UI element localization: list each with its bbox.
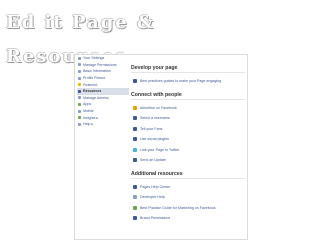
resource-link[interactable]: Use social plugins bbox=[131, 134, 245, 145]
picture-icon bbox=[78, 76, 81, 80]
wrench-icon bbox=[133, 195, 137, 200]
resource-link[interactable]: Tell your Fans bbox=[131, 124, 245, 135]
resource-link-label: Send an Update bbox=[140, 158, 166, 163]
sidebar-item-label: Insights ▸ bbox=[83, 115, 99, 120]
user-icon bbox=[133, 116, 137, 121]
people-icon bbox=[133, 126, 137, 131]
resource-link-label: Select a username bbox=[140, 116, 170, 121]
sidebar-item-label: Featured bbox=[83, 82, 98, 87]
resource-link[interactable]: Developer Help bbox=[131, 192, 245, 203]
resource-link-label: Use social plugins bbox=[140, 137, 169, 142]
sidebar-item-label: Apps bbox=[83, 102, 92, 107]
resource-link-label: Brand Permissions bbox=[140, 216, 171, 221]
sidebar-item[interactable]: Help ▸ bbox=[77, 121, 129, 128]
resource-link-label: Pages Help Center bbox=[140, 184, 171, 189]
resource-link-label: Best Practice Guide for Marketing on Fac… bbox=[140, 205, 216, 210]
chart-icon bbox=[78, 116, 81, 120]
phone-icon bbox=[78, 109, 81, 113]
sidebar-item[interactable]: Mobile bbox=[77, 108, 129, 115]
sidebar-item[interactable]: Resources bbox=[77, 87, 129, 95]
book-icon bbox=[78, 89, 81, 93]
lock-icon bbox=[78, 63, 81, 67]
gear-icon bbox=[78, 56, 81, 60]
info-icon bbox=[78, 69, 81, 73]
sidebar: Your Settings Manage Permissions Basic Inf… bbox=[77, 55, 129, 239]
star-icon bbox=[78, 83, 81, 87]
resource-link-label: Tell your Fans bbox=[140, 126, 163, 131]
help-icon bbox=[78, 122, 81, 126]
resource-link[interactable]: Select a username bbox=[131, 113, 245, 124]
section-title: Additional resources bbox=[131, 171, 245, 179]
sidebar-item-label: Manage Permissions bbox=[83, 62, 117, 67]
sidebar-item[interactable]: Apps bbox=[77, 101, 129, 108]
resources-panel: Develop your page Best practices guides t… bbox=[131, 65, 245, 224]
sidebar-item-label: Profile Picture bbox=[83, 76, 106, 81]
apps-icon bbox=[78, 102, 81, 106]
sidebar-item[interactable]: Manage Admins bbox=[77, 95, 129, 102]
resource-link-label: Best practices guides to make your Page … bbox=[140, 79, 222, 84]
section-title: Connect with people bbox=[131, 92, 245, 100]
resource-link[interactable]: Brand Permissions bbox=[131, 213, 245, 224]
sidebar-item-label: Your Settings bbox=[83, 56, 105, 61]
lifebuoy-icon bbox=[133, 184, 137, 189]
sidebar-item-label: Basic Information bbox=[83, 69, 111, 74]
resource-link[interactable]: Best practices guides to make your Page … bbox=[131, 76, 245, 87]
sidebar-item[interactable]: Profile Picture bbox=[77, 75, 129, 82]
section-title: Develop your page bbox=[131, 65, 245, 73]
resource-link[interactable]: Link your Page to Twitter bbox=[131, 145, 245, 156]
book-icon bbox=[133, 79, 137, 84]
sidebar-item[interactable]: Your Settings bbox=[77, 55, 129, 62]
sidebar-item-label: Mobile bbox=[83, 109, 94, 114]
settings-screenshot: Your Settings Manage Permissions Basic Inf… bbox=[74, 54, 248, 240]
sidebar-item[interactable]: Manage Permissions bbox=[77, 62, 129, 69]
people-icon bbox=[78, 96, 81, 100]
sidebar-item-label: Help ▸ bbox=[83, 122, 94, 127]
sidebar-item[interactable]: Featured bbox=[77, 81, 129, 88]
resource-link[interactable]: Send an Update bbox=[131, 155, 245, 166]
resource-link[interactable]: Pages Help Center bbox=[131, 182, 245, 193]
resource-link-label: Link your Page to Twitter bbox=[140, 147, 180, 152]
resource-link[interactable]: Advertise on Facebook bbox=[131, 103, 245, 114]
megaphone-icon bbox=[133, 105, 137, 110]
sidebar-item-label: Manage Admins bbox=[83, 95, 109, 100]
resource-link-label: Advertise on Facebook bbox=[140, 105, 177, 110]
twitter-icon bbox=[133, 147, 137, 152]
resource-link-label: Developer Help bbox=[140, 195, 165, 200]
sidebar-item-label: Resources bbox=[83, 89, 102, 94]
plugin-icon bbox=[133, 137, 137, 142]
sidebar-item[interactable]: Basic Information bbox=[77, 68, 129, 75]
sidebar-item[interactable]: Insights ▸ bbox=[77, 114, 129, 121]
envelope-icon bbox=[133, 158, 137, 163]
resource-link[interactable]: Best Practice Guide for Marketing on Fac… bbox=[131, 203, 245, 214]
badge-icon bbox=[133, 216, 137, 221]
checkmark-icon bbox=[133, 205, 137, 210]
